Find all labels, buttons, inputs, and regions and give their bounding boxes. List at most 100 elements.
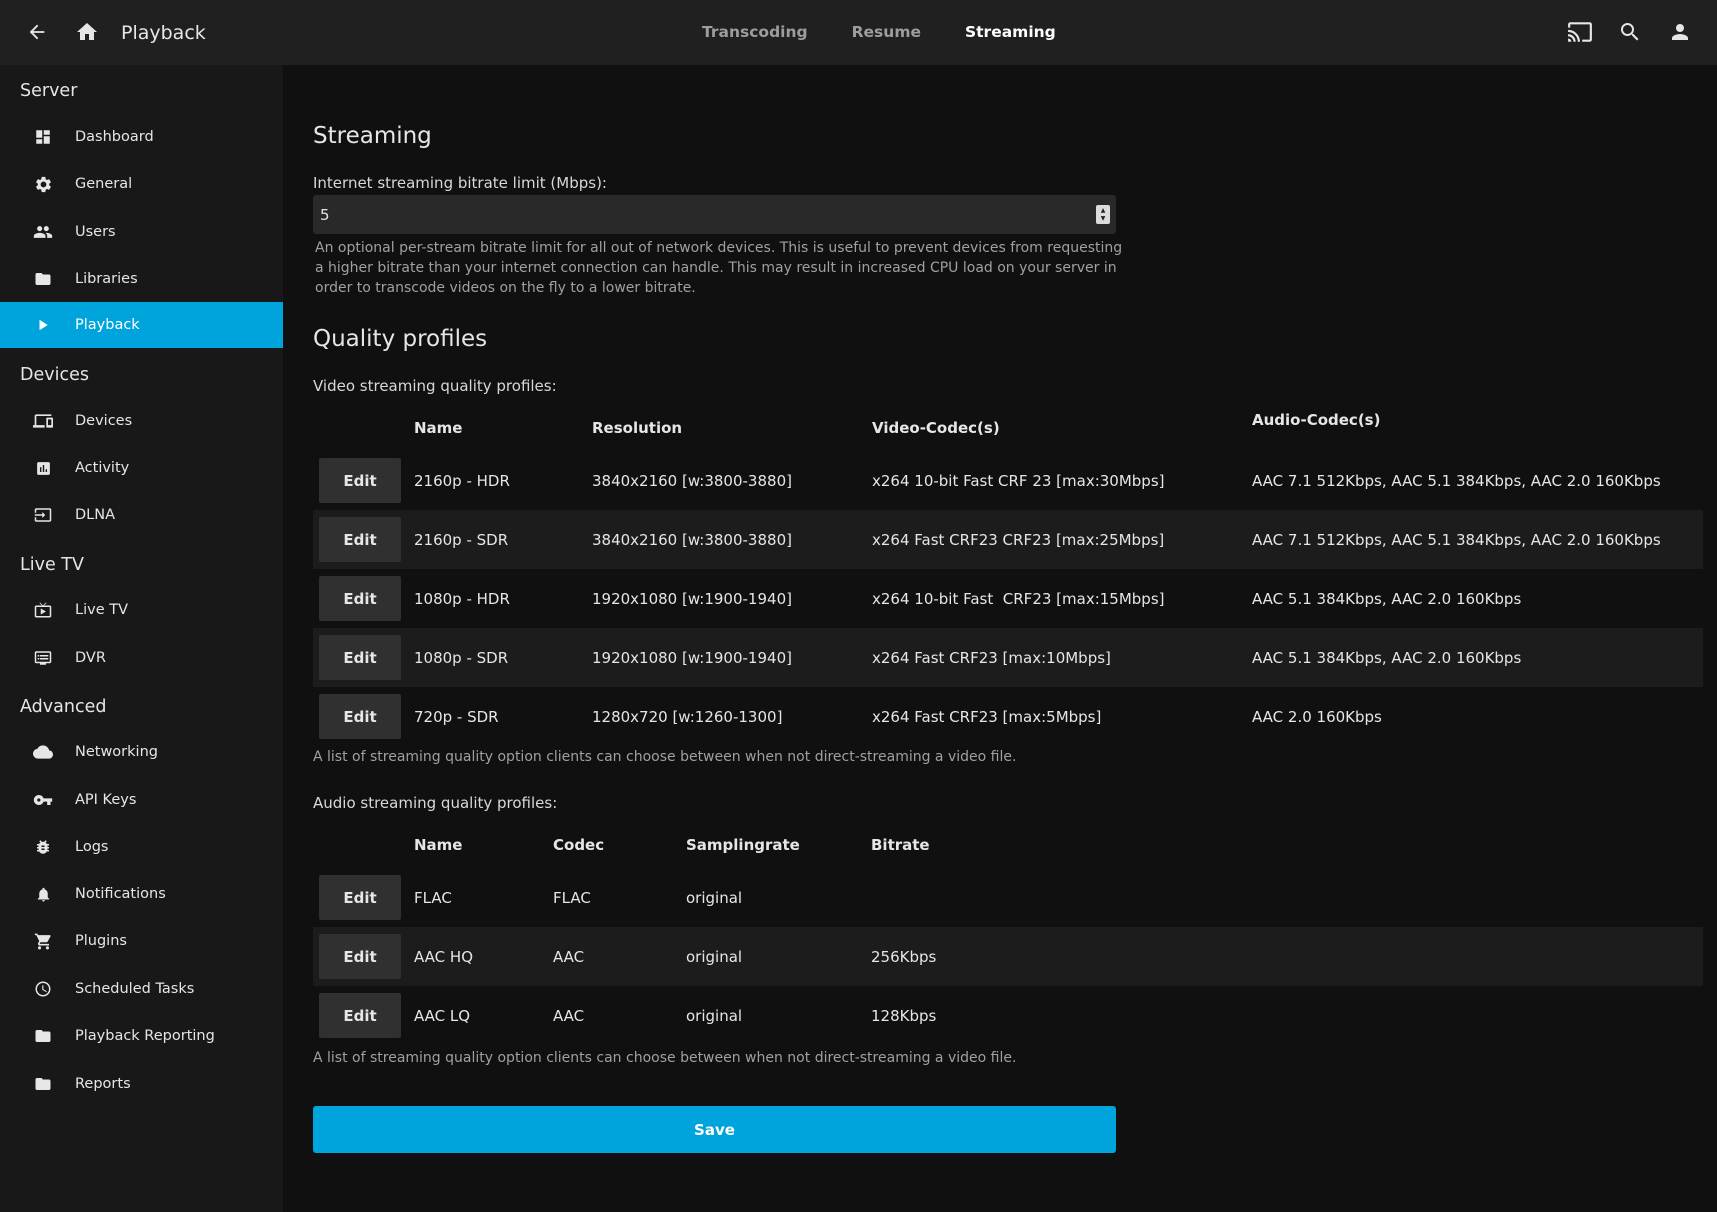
sidebar-item-reports[interactable]: Reports <box>0 1061 283 1107</box>
table-row: Edit 2160p - SDR 3840x2160 [w:3800-3880]… <box>313 510 1703 569</box>
bitrate-limit-input[interactable]: 5 ▲ ▼ <box>313 195 1116 234</box>
sidebar-item-activity[interactable]: Activity <box>0 445 283 491</box>
cast-button[interactable] <box>1558 10 1602 54</box>
profile-name: 1080p - HDR <box>414 589 510 608</box>
table-row: Edit AAC HQ AAC original 256Kbps <box>313 927 1703 986</box>
bitrate-limit-value: 5 <box>320 205 330 224</box>
header-edit-column <box>313 405 414 451</box>
profile-resolution: 1920x1080 [w:1900-1940] <box>592 628 872 687</box>
profile-resolution: 1920x1080 [w:1900-1940] <box>592 589 792 608</box>
profile-video-codec: x264 10-bit Fast CRF 23 [max:30Mbps] <box>872 471 1165 490</box>
sidebar-item-label: Notifications <box>75 886 166 902</box>
sidebar-item-label: Users <box>75 224 116 240</box>
sidebar-item-users[interactable]: Users <box>0 209 283 255</box>
sidebar-section-advanced: Advanced <box>20 697 107 717</box>
edit-button[interactable]: Edit <box>319 934 401 979</box>
sidebar-item-playback-reporting[interactable]: Playback Reporting <box>0 1013 283 1059</box>
header-bitrate: Bitrate <box>871 836 930 854</box>
sidebar-item-logs[interactable]: Logs <box>0 824 283 870</box>
key-icon <box>30 787 56 813</box>
stepper-up-icon: ▲ <box>1100 206 1106 214</box>
app-header: Playback Transcoding Resume Streaming <box>0 0 1717 65</box>
sidebar-item-dvr[interactable]: DVR <box>0 635 283 681</box>
header-audio-codecs: Audio-Codec(s) <box>1252 411 1381 429</box>
sidebar-item-dashboard[interactable]: Dashboard <box>0 114 283 160</box>
home-icon <box>77 23 97 40</box>
edit-button[interactable]: Edit <box>319 576 401 621</box>
table-header-row: Name Resolution Video-Codec(s) Audio-Cod… <box>313 405 1703 451</box>
profile-resolution: 1280x720 [w:1260-1300] <box>592 707 783 726</box>
dlna-input-icon <box>30 502 56 528</box>
users-icon <box>30 219 56 245</box>
sidebar-item-dlna[interactable]: DLNA <box>0 492 283 538</box>
sidebar-item-devices[interactable]: Devices <box>0 398 283 444</box>
profile-name: 720p - SDR <box>414 707 499 726</box>
sidebar-item-playback[interactable]: Playback <box>0 302 283 348</box>
sidebar-item-libraries[interactable]: Libraries <box>0 256 283 302</box>
back-button[interactable] <box>15 10 59 54</box>
edit-button[interactable]: Edit <box>319 458 401 503</box>
sidebar-item-label: DLNA <box>75 507 116 523</box>
sidebar-item-label: Playback Reporting <box>75 1028 215 1044</box>
profile-audio-codec: AAC 7.1 512Kbps, AAC 5.1 384Kbps, AAC 2.… <box>1252 471 1661 490</box>
audio-profiles-description: A list of streaming quality option clien… <box>313 1050 1017 1066</box>
profile-audio-codec: AAC 2.0 160Kbps <box>1252 707 1382 726</box>
sidebar-item-api-keys[interactable]: API Keys <box>0 777 283 823</box>
audio-profile-name: AAC HQ <box>414 927 553 986</box>
search-icon <box>1621 23 1639 41</box>
search-button[interactable] <box>1608 10 1652 54</box>
profile-video-codec: x264 Fast CRF23 CRF23 [max:25Mbps] <box>872 510 1252 569</box>
sidebar-item-scheduled-tasks[interactable]: Scheduled Tasks <box>0 966 283 1012</box>
edit-button[interactable]: Edit <box>319 993 401 1038</box>
audio-profile-codec: FLAC <box>553 888 591 907</box>
header-video-codecs: Video-Codec(s) <box>872 419 1000 437</box>
sidebar-item-networking[interactable]: Networking <box>0 729 283 775</box>
header-resolution: Resolution <box>592 419 683 437</box>
stepper-down-icon: ▼ <box>1100 214 1106 222</box>
sidebar-item-label: Reports <box>75 1076 131 1092</box>
sidebar-item-label: API Keys <box>75 792 137 808</box>
video-profiles-description: A list of streaming quality option clien… <box>313 749 1017 765</box>
number-stepper[interactable]: ▲ ▼ <box>1096 205 1110 224</box>
user-icon <box>1672 24 1688 40</box>
audio-profile-codec: AAC <box>553 1006 585 1025</box>
edit-button[interactable]: Edit <box>319 875 401 920</box>
edit-button[interactable]: Edit <box>319 517 401 562</box>
header-name: Name <box>414 419 463 437</box>
header-samplingrate: Samplingrate <box>686 836 800 854</box>
profile-video-codec: x264 Fast CRF23 [max:5Mbps] <box>872 707 1102 726</box>
sidebar-item-general[interactable]: General <box>0 161 283 207</box>
sidebar-item-label: Logs <box>75 839 109 855</box>
sidebar-item-plugins[interactable]: Plugins <box>0 918 283 964</box>
profile-resolution: 3840x2160 [w:3800-3880] <box>592 510 872 569</box>
description-line: a higher bitrate than your internet conn… <box>315 260 1117 276</box>
description-line: order to transcode videos on the fly to … <box>315 280 696 296</box>
profile-video-codec: x264 10-bit Fast CRF23 [max:15Mbps] <box>872 589 1165 608</box>
header-codec: Codec <box>553 836 605 854</box>
save-button[interactable]: Save <box>313 1106 1116 1153</box>
tab-resume[interactable]: Resume <box>830 0 943 65</box>
audio-profile-name: AAC LQ <box>414 1006 471 1025</box>
edit-button[interactable]: Edit <box>319 635 401 680</box>
header-edit-column <box>313 822 414 868</box>
home-button[interactable] <box>65 10 109 54</box>
edit-button[interactable]: Edit <box>319 694 401 739</box>
sidebar-item-label: Live TV <box>75 602 128 618</box>
back-arrow-icon <box>29 24 45 40</box>
profile-audio-codec: AAC 5.1 384Kbps, AAC 2.0 160Kbps <box>1252 589 1522 608</box>
sidebar-item-label: Devices <box>75 413 133 429</box>
sidebar-item-live-tv[interactable]: Live TV <box>0 587 283 633</box>
sidebar-item-notifications[interactable]: Notifications <box>0 871 283 917</box>
tab-transcoding[interactable]: Transcoding <box>680 0 830 65</box>
user-button[interactable] <box>1658 10 1702 54</box>
folder-icon <box>30 1071 56 1097</box>
profile-name: 2160p - SDR <box>414 510 592 569</box>
audio-profile-codec: AAC <box>553 927 686 986</box>
activity-chart-icon <box>30 455 56 481</box>
streaming-heading: Streaming <box>313 123 432 149</box>
tab-streaming[interactable]: Streaming <box>943 0 1078 65</box>
description-line: An optional per-stream bitrate limit for… <box>315 240 1123 256</box>
table-row: Edit 720p - SDR 1280x720 [w:1260-1300] x… <box>313 687 1703 746</box>
devices-icon <box>30 408 56 434</box>
cast-icon <box>1568 22 1592 42</box>
